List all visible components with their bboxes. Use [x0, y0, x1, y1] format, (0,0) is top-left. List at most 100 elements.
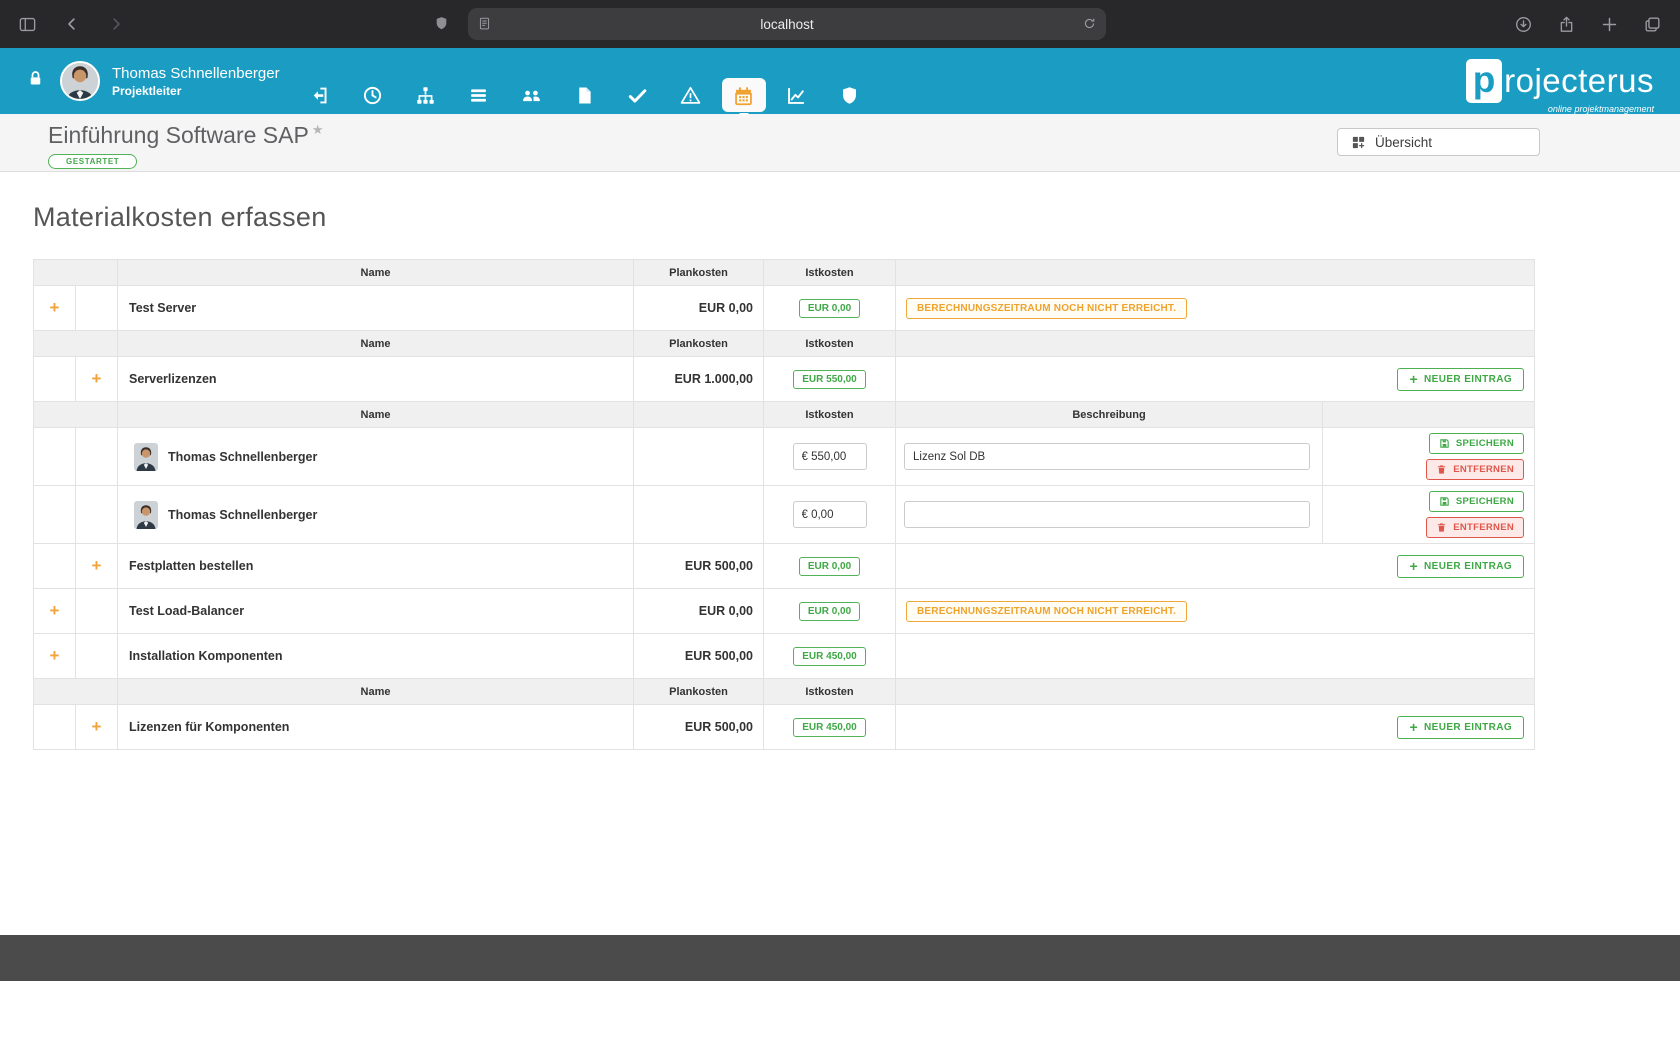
download-button[interactable]: [1514, 15, 1533, 34]
cost-item-name: Test Server: [118, 286, 634, 331]
plus-icon: +: [1409, 722, 1418, 732]
col-header-name: Name: [118, 679, 634, 705]
logout-icon: [298, 78, 342, 112]
logo-tagline: online projektmanagement: [1548, 104, 1654, 114]
new-tab-button[interactable]: [1600, 15, 1619, 34]
save-button[interactable]: SPEICHERN: [1429, 433, 1524, 454]
col-header-name: Name: [118, 260, 634, 286]
header-spacer: [34, 679, 118, 705]
save-icon: [1439, 438, 1450, 449]
description-input[interactable]: [904, 443, 1310, 470]
plan-cost-value: EUR 500,00: [634, 705, 764, 750]
tabs-icon: [1643, 15, 1662, 34]
status-badge: GESTARTET: [48, 154, 137, 169]
plus-icon: +: [1409, 374, 1418, 384]
actual-cost-badge: EUR 0,00: [799, 299, 860, 318]
overview-button-label: Übersicht: [1375, 135, 1432, 150]
remove-button[interactable]: ENTFERNEN: [1426, 517, 1524, 538]
nav-team[interactable]: [505, 48, 558, 114]
nav-admin[interactable]: [823, 48, 876, 114]
user-avatar[interactable]: [60, 61, 100, 101]
remove-label: ENTFERNEN: [1453, 522, 1514, 533]
overview-button[interactable]: Übersicht: [1337, 128, 1540, 156]
project-title-text: Einführung Software SAP: [48, 122, 309, 148]
new-entry-button[interactable]: + NEUER EINTRAG: [1397, 555, 1524, 578]
trash-icon: [1436, 464, 1447, 475]
save-button[interactable]: SPEICHERN: [1429, 491, 1524, 512]
amount-input[interactable]: [793, 501, 867, 528]
new-entry-button[interactable]: + NEUER EINTRAG: [1397, 716, 1524, 739]
nav-lists[interactable]: [452, 48, 505, 114]
reload-button[interactable]: [1082, 15, 1097, 35]
actual-cost-badge: EUR 450,00: [793, 718, 865, 737]
entry-avatar: [134, 501, 158, 529]
nav-logout[interactable]: [293, 48, 346, 114]
plan-cost-value: EUR 0,00: [634, 286, 764, 331]
nav-risks[interactable]: [664, 48, 717, 114]
remove-button[interactable]: ENTFERNEN: [1426, 459, 1524, 480]
table-row: + Lizenzen für Komponenten EUR 500,00 EU…: [34, 705, 1535, 750]
cost-entry-row: Thomas Schnellenberger SPEICHERN ENTFERN…: [34, 428, 1535, 486]
table-header-row: Name Plankosten Istkosten: [34, 679, 1535, 705]
user-name: Thomas Schnellenberger: [112, 65, 280, 82]
download-icon: [1514, 15, 1533, 34]
page-title: Materialkosten erfassen: [33, 202, 1680, 233]
description-input[interactable]: [904, 501, 1310, 528]
nav-calendar-active[interactable]: [717, 48, 770, 114]
nav-structure[interactable]: [399, 48, 452, 114]
header-spacer: [896, 679, 1535, 705]
col-header-plankosten: Plankosten: [634, 331, 764, 357]
col-header-beschreibung: Beschreibung: [896, 402, 1323, 428]
nav-documents[interactable]: [558, 48, 611, 114]
expand-button[interactable]: +: [76, 369, 117, 389]
header-spacer: [634, 402, 764, 428]
new-entry-button[interactable]: + NEUER EINTRAG: [1397, 368, 1524, 391]
expand-button[interactable]: +: [34, 601, 75, 621]
plan-cost-value: EUR 0,00: [634, 589, 764, 634]
expand-button[interactable]: +: [34, 646, 75, 666]
project-subheader: Einführung Software SAP★ GESTARTET Übers…: [0, 114, 1680, 172]
table-row: + Test Load-Balancer EUR 0,00 EUR 0,00 B…: [34, 589, 1535, 634]
forward-button[interactable]: [107, 15, 125, 33]
tab-overview-button[interactable]: [1643, 15, 1662, 34]
nav-tasks[interactable]: [611, 48, 664, 114]
url-bar[interactable]: localhost: [468, 8, 1106, 40]
lock-button[interactable]: [26, 69, 45, 93]
entry-person-name: Thomas Schnellenberger: [168, 450, 317, 464]
header-spacer: [34, 331, 118, 357]
browser-toolbar: localhost: [0, 0, 1680, 48]
cost-item-name: Lizenzen für Komponenten: [118, 705, 634, 750]
cost-item-name: Serverlizenzen: [118, 357, 634, 402]
amount-input[interactable]: [793, 443, 867, 470]
sidebar-toggle-button[interactable]: [18, 15, 37, 34]
app-footer: [0, 935, 1680, 981]
clock-icon: [351, 78, 395, 112]
back-button[interactable]: [63, 15, 81, 33]
save-label: SPEICHERN: [1456, 438, 1514, 449]
col-header-istkosten: Istkosten: [764, 402, 896, 428]
favorite-star-icon[interactable]: ★: [312, 122, 324, 137]
expand-button[interactable]: +: [76, 556, 117, 576]
col-header-plankosten: Plankosten: [634, 679, 764, 705]
share-icon: [1557, 15, 1576, 34]
expand-button[interactable]: +: [34, 298, 75, 318]
share-button[interactable]: [1557, 15, 1576, 34]
main-navigation: [293, 48, 876, 114]
grid-plus-icon: [1351, 135, 1366, 150]
expand-button[interactable]: +: [76, 717, 117, 737]
table-header-row: Name Plankosten Istkosten: [34, 331, 1535, 357]
nav-reports[interactable]: [770, 48, 823, 114]
trash-icon: [1436, 522, 1447, 533]
nav-time[interactable]: [346, 48, 399, 114]
avatar-photo-icon: [62, 63, 98, 99]
plus-icon: [1600, 15, 1619, 34]
col-header-plankosten: Plankosten: [634, 260, 764, 286]
new-entry-label: NEUER EINTRAG: [1424, 374, 1512, 385]
save-label: SPEICHERN: [1456, 496, 1514, 507]
sitemap-icon: [404, 78, 448, 112]
table-row: + Installation Komponenten EUR 500,00 EU…: [34, 634, 1535, 679]
document-icon: [563, 78, 607, 112]
actual-cost-badge: EUR 0,00: [799, 557, 860, 576]
entry-person-name: Thomas Schnellenberger: [168, 508, 317, 522]
app-header: Thomas Schnellenberger Projektleiter: [0, 48, 1680, 114]
